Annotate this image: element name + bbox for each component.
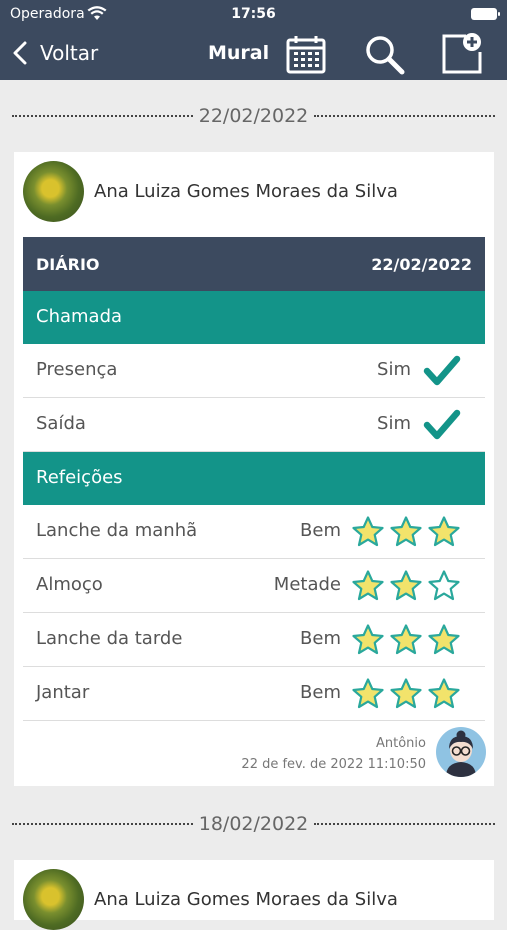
star-filled-icon (428, 516, 460, 547)
star-rating (351, 677, 461, 711)
attendance-row: Presença Sim (23, 344, 485, 398)
chevron-left-icon (13, 41, 27, 65)
teacher-avatar-icon (446, 730, 476, 777)
back-button[interactable]: Voltar (12, 38, 98, 68)
date-separator-label: 18/02/2022 (198, 813, 309, 835)
meal-value: Bem (300, 520, 341, 541)
date-separator: 22/02/2022 (12, 104, 496, 128)
search-icon (366, 36, 405, 75)
star-filled-icon (428, 678, 460, 709)
star-filled-icon (352, 570, 384, 601)
attendance-value: Sim (377, 359, 411, 380)
star-filled-icon (390, 516, 422, 547)
calendar-icon (286, 36, 326, 74)
star-filled-icon (352, 516, 384, 547)
star-filled-icon (390, 678, 422, 709)
status-bar: Operadora 17:56 (0, 0, 507, 28)
check-icon (423, 409, 461, 440)
back-label: Voltar (40, 41, 99, 65)
meal-label: Lanche da tarde (36, 628, 183, 649)
student-avatar (23, 161, 84, 222)
meals-list: Lanche da manhã Bem Almoço Metade Lanche da … (23, 505, 485, 721)
star-rating (351, 569, 461, 603)
section-attendance: Chamada (23, 291, 485, 344)
post-card[interactable]: Ana Luiza Gomes Moraes da Silva (14, 860, 494, 930)
star-filled-icon (428, 624, 460, 655)
check-icon (423, 355, 461, 386)
student-name: Ana Luiza Gomes Moraes da Silva (94, 181, 398, 202)
navigation-bar: Voltar Mural (0, 28, 507, 80)
post-author: Antônio 22 de fev. de 2022 11:10:50 (241, 736, 426, 772)
star-rating (351, 623, 461, 657)
meal-value: Bem (300, 682, 341, 703)
diary-header: DIÁRIO 22/02/2022 (23, 237, 485, 291)
meal-value: Bem (300, 628, 341, 649)
calendar-button[interactable] (284, 32, 328, 76)
meal-row: Lanche da manhã Bem (23, 505, 485, 559)
author-name: Antônio (376, 736, 426, 751)
section-meals: Refeições (23, 452, 485, 505)
post-card[interactable]: Ana Luiza Gomes Moraes da Silva DIÁRIO 2… (14, 152, 494, 786)
diary-header-label: DIÁRIO (36, 255, 100, 274)
star-filled-icon (390, 624, 422, 655)
attendance-row: Saída Sim (23, 398, 485, 452)
date-separator: 18/02/2022 (12, 812, 496, 836)
author-avatar (436, 727, 486, 777)
star-empty-icon (428, 570, 460, 601)
attendance-label: Presença (36, 359, 118, 380)
star-filled-icon (352, 624, 384, 655)
date-separator-label: 22/02/2022 (198, 105, 309, 127)
meal-row: Jantar Bem (23, 667, 485, 721)
attendance-list: Presença Sim Saída Sim (23, 344, 485, 452)
battery-icon (471, 8, 500, 20)
star-filled-icon (352, 678, 384, 709)
post-timestamp: 22 de fev. de 2022 11:10:50 (241, 757, 426, 772)
attendance-label: Saída (36, 413, 86, 434)
post-header: Ana Luiza Gomes Moraes da Silva (14, 152, 494, 238)
page-title: Mural (208, 42, 270, 64)
attendance-value: Sim (377, 413, 411, 434)
search-button[interactable] (362, 32, 406, 76)
new-post-icon (442, 33, 482, 74)
diary-header-date: 22/02/2022 (371, 255, 472, 274)
meal-label: Lanche da manhã (36, 520, 198, 541)
clock: 17:56 (231, 6, 276, 22)
new-post-button[interactable] (440, 32, 484, 76)
star-rating (351, 515, 461, 549)
star-filled-icon (390, 570, 422, 601)
meal-label: Jantar (36, 682, 90, 703)
meal-label: Almoço (36, 574, 103, 595)
meal-row: Almoço Metade (23, 559, 485, 613)
meal-row: Lanche da tarde Bem (23, 613, 485, 667)
meal-value: Metade (273, 574, 341, 595)
diary-table: DIÁRIO 22/02/2022 Chamada Presença Sim Saí… (23, 237, 485, 721)
